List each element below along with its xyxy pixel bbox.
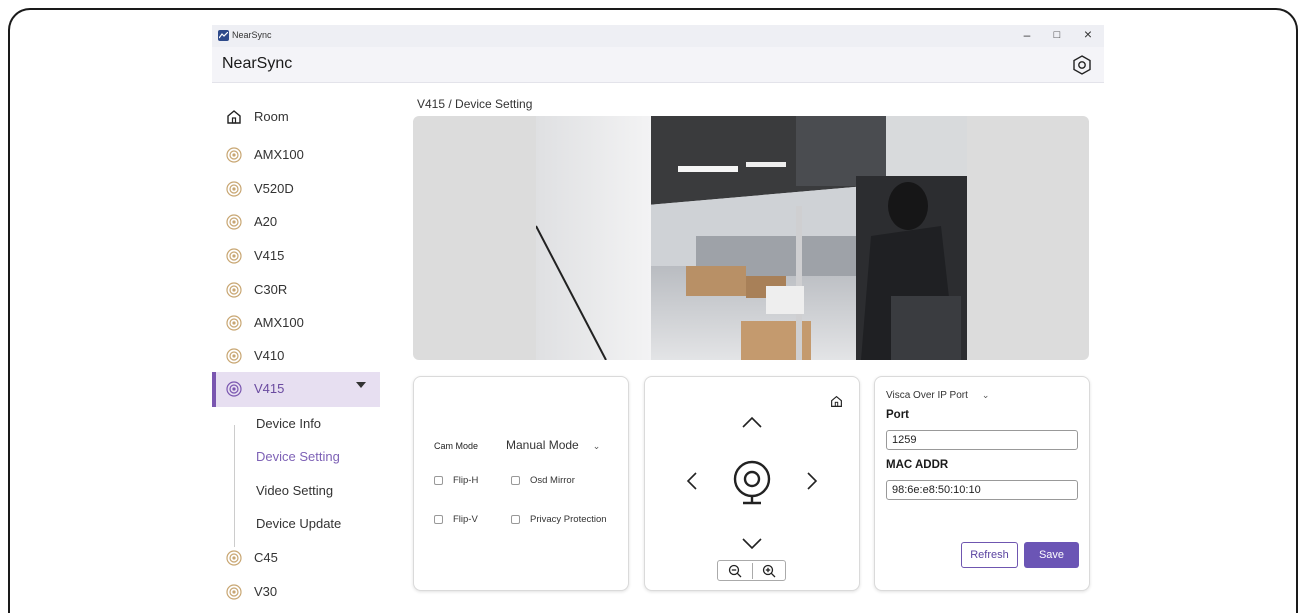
- sidebar-item-v415-active[interactable]: V415: [212, 372, 380, 407]
- breadcrumb: V415 / Device Setting: [417, 97, 533, 111]
- submenu-guide-line: [234, 425, 235, 547]
- flip-h-label: Flip-H: [453, 475, 479, 486]
- refresh-button[interactable]: Refresh: [961, 542, 1018, 568]
- sidebar-item-label: C30R: [254, 282, 288, 297]
- chevron-down-icon: ⌄: [592, 441, 601, 451]
- sidebar-item-v415[interactable]: V415: [212, 239, 380, 273]
- device-icon: [226, 181, 242, 197]
- sidebar-item-a20[interactable]: A20: [212, 205, 380, 239]
- sidebar-item-amx100-2[interactable]: AMX100: [212, 306, 380, 340]
- sidebar-item-label: V415: [254, 381, 285, 396]
- home-icon: [226, 109, 242, 125]
- active-indicator: [212, 372, 216, 407]
- maximize-button[interactable]: □: [1047, 29, 1067, 41]
- submenu-device-update[interactable]: Device Update: [256, 516, 341, 531]
- submenu-video-setting[interactable]: Video Setting: [256, 483, 333, 498]
- app-name: NearSync: [222, 55, 293, 72]
- tilt-up-icon[interactable]: [742, 415, 762, 433]
- device-icon: [226, 315, 242, 331]
- sidebar-item-label: V520D: [254, 181, 294, 196]
- device-icon: [226, 282, 242, 298]
- webcam-icon: [730, 459, 774, 510]
- network-settings-card: Visca Over IP Port ⌄ Port MAC ADDR Refres…: [874, 376, 1090, 591]
- title-bar: NearSync – □ ×: [212, 25, 1104, 47]
- flip-v-checkbox[interactable]: [434, 515, 443, 524]
- cam-mode-card: Cam Mode Manual Mode ⌄ Flip-H Osd Mirror …: [413, 376, 629, 591]
- pan-left-icon[interactable]: [686, 472, 697, 495]
- window-title: NearSync: [232, 30, 272, 40]
- privacy-protection-checkbox[interactable]: [511, 515, 520, 524]
- flip-v-label: Flip-V: [453, 514, 478, 525]
- osd-mirror-label: Osd Mirror: [530, 475, 575, 486]
- chevron-down-icon: ⌄: [981, 390, 990, 400]
- sidebar-item-v410[interactable]: V410: [212, 339, 380, 373]
- zoom-divider: [752, 563, 753, 579]
- camera-preview: [413, 116, 1089, 360]
- flip-h-checkbox[interactable]: [434, 476, 443, 485]
- sidebar-item-label: C45: [254, 550, 278, 565]
- port-input[interactable]: [886, 430, 1078, 450]
- ptz-control-card: [644, 376, 860, 591]
- sidebar-item-v30[interactable]: V30: [212, 575, 380, 609]
- sidebar-item-label: V415: [254, 248, 285, 263]
- cam-mode-label: Cam Mode: [434, 441, 479, 451]
- sidebar-item-amx100[interactable]: AMX100: [212, 138, 380, 172]
- cam-mode-value: Manual Mode: [506, 438, 579, 452]
- device-icon: [226, 348, 242, 364]
- sidebar-item-label: V410: [254, 348, 285, 363]
- device-icon: [226, 147, 242, 163]
- sidebar-item-c45[interactable]: C45: [212, 541, 380, 575]
- sidebar-item-c30r[interactable]: C30R: [212, 273, 380, 307]
- osd-mirror-checkbox[interactable]: [511, 476, 520, 485]
- submenu-device-info[interactable]: Device Info: [256, 416, 321, 431]
- sidebar-item-label: Room: [254, 109, 289, 124]
- home-position-icon[interactable]: [830, 395, 843, 413]
- device-icon: [226, 248, 242, 264]
- sidebar: Room AMX100 V520D A20 V415 C30R AMX100 V…: [212, 83, 384, 613]
- protocol-value: Visca Over IP Port: [886, 390, 968, 401]
- cam-mode-select[interactable]: Manual Mode ⌄: [506, 438, 600, 452]
- device-icon: [226, 214, 242, 230]
- close-button[interactable]: ×: [1078, 26, 1098, 42]
- sidebar-item-label: AMX100: [254, 147, 304, 162]
- zoom-out-icon[interactable]: [728, 564, 742, 578]
- caret-down-icon[interactable]: [356, 382, 366, 388]
- camera-feed-image: [536, 116, 967, 360]
- mac-addr-label: MAC ADDR: [886, 459, 949, 471]
- minimize-button[interactable]: –: [1017, 28, 1037, 42]
- app-header: NearSync: [212, 47, 1104, 83]
- port-label: Port: [886, 409, 909, 421]
- mac-addr-input[interactable]: [886, 480, 1078, 500]
- protocol-select[interactable]: Visca Over IP Port ⌄: [886, 390, 989, 401]
- app-window: NearSync – □ × NearSync Room AMX100 V520…: [212, 25, 1104, 613]
- device-icon: [226, 584, 242, 600]
- save-button[interactable]: Save: [1024, 542, 1079, 568]
- settings-gear-icon[interactable]: [1072, 55, 1092, 80]
- sidebar-item-room[interactable]: Room: [212, 100, 380, 134]
- sidebar-item-label: A20: [254, 214, 278, 229]
- privacy-protection-label: Privacy Protection: [530, 514, 607, 525]
- app-logo-icon: [218, 30, 229, 41]
- sidebar-item-v520d[interactable]: V520D: [212, 172, 380, 206]
- tilt-down-icon[interactable]: [742, 537, 762, 555]
- sidebar-item-label: AMX100: [254, 315, 304, 330]
- submenu-device-setting[interactable]: Device Setting: [256, 449, 340, 464]
- device-icon: [226, 550, 242, 566]
- zoom-in-icon[interactable]: [762, 564, 776, 578]
- pan-right-icon[interactable]: [807, 472, 818, 495]
- sidebar-item-label: V30: [254, 584, 278, 599]
- device-icon: [226, 381, 242, 397]
- zoom-controls: [717, 560, 786, 581]
